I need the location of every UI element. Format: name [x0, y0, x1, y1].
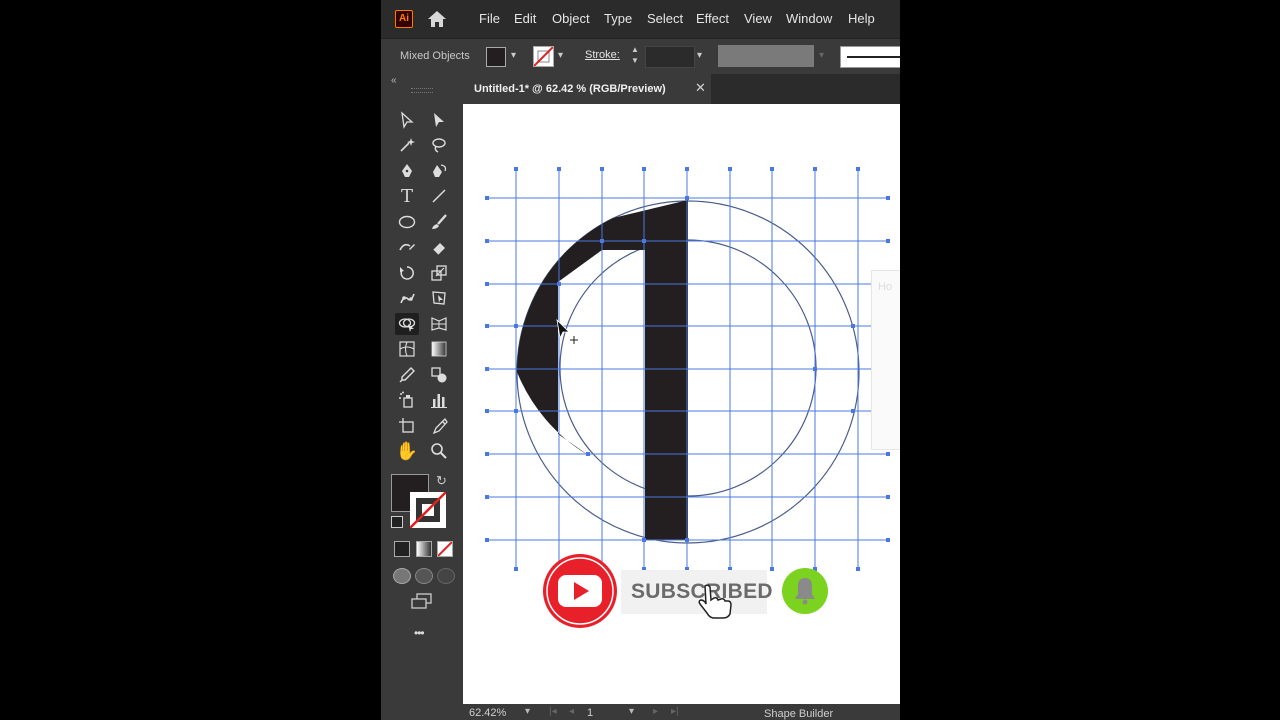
document-tab[interactable]: Untitled-1* @ 62.42 % (RGB/Preview) ✕: [463, 74, 711, 104]
selection-tool-icon[interactable]: [395, 109, 419, 131]
variable-width-field[interactable]: [718, 45, 814, 67]
artboard-number[interactable]: 1: [587, 707, 593, 719]
draw-behind-icon[interactable]: [415, 568, 433, 584]
zoom-tool-icon[interactable]: [427, 440, 451, 462]
menu-file[interactable]: File: [479, 11, 500, 26]
slice-tool-icon[interactable]: [427, 415, 451, 437]
pointer-hand-icon: [698, 584, 732, 619]
first-artboard-icon[interactable]: |◂: [549, 706, 557, 717]
rotate-tool-icon[interactable]: [395, 262, 419, 284]
menu-help[interactable]: Help: [848, 11, 875, 26]
type-tool-icon[interactable]: T: [395, 185, 419, 207]
last-artboard-icon[interactable]: ▸|: [671, 706, 679, 717]
menu-window[interactable]: Window: [786, 11, 832, 26]
swap-colors-icon[interactable]: ↻: [436, 473, 447, 489]
pen-tool-icon[interactable]: [395, 160, 419, 182]
document-tab-title: Untitled-1* @ 62.42 % (RGB/Preview): [474, 83, 666, 95]
menu-effect[interactable]: Effect: [696, 11, 729, 26]
mesh-tool-icon[interactable]: [395, 338, 419, 360]
illustrator-logo: Ai: [395, 10, 413, 28]
puppet-warp-tool-icon[interactable]: [395, 287, 419, 309]
more-tools-icon[interactable]: •••: [414, 626, 425, 640]
collapse-panel-icon[interactable]: «: [391, 75, 397, 86]
menu-view[interactable]: View: [744, 11, 772, 26]
scale-tool-icon[interactable]: [427, 262, 451, 284]
menu-object[interactable]: Object: [552, 11, 590, 26]
color-mode-icon[interactable]: [394, 541, 410, 557]
draw-normal-icon[interactable]: [393, 568, 411, 584]
fill-swatch[interactable]: [486, 47, 506, 67]
hand-tool-icon[interactable]: ✋: [395, 440, 419, 462]
zoom-dropdown-chevron-icon[interactable]: ▾: [525, 706, 530, 717]
artboard-dropdown-chevron-icon[interactable]: ▾: [629, 706, 634, 717]
selection-type-label: Mixed Objects: [400, 50, 470, 62]
artwork[interactable]: [463, 104, 900, 704]
notification-bell-icon: [782, 568, 828, 614]
current-tool-label: Shape Builder: [764, 708, 834, 720]
none-mode-icon[interactable]: [437, 541, 453, 557]
paintbrush-tool-icon[interactable]: [427, 211, 451, 233]
gradient-tool-icon[interactable]: [427, 338, 451, 360]
stroke-label[interactable]: Stroke:: [585, 49, 620, 61]
close-tab-icon[interactable]: ✕: [695, 80, 706, 96]
gradient-mode-icon[interactable]: [416, 541, 432, 557]
default-colors-icon[interactable]: [391, 516, 403, 528]
stroke-swatch[interactable]: [533, 46, 554, 67]
previous-artboard-icon[interactable]: ◂: [569, 706, 574, 717]
perspective-grid-tool-icon[interactable]: [427, 313, 451, 335]
change-screen-mode-icon[interactable]: [411, 593, 432, 609]
status-bar: 62.42% ▾ |◂ ◂ 1 ▾ ▸ ▸| Shape Builder: [463, 704, 900, 720]
free-transform-tool-icon[interactable]: [427, 287, 451, 309]
line-segment-tool-icon[interactable]: [427, 185, 451, 207]
grid-lines: [487, 169, 888, 569]
stroke-dropdown-chevron-icon[interactable]: ▾: [558, 50, 563, 61]
curvature-tool-icon[interactable]: [427, 160, 451, 182]
eyedropper-tool-icon[interactable]: [395, 364, 419, 386]
home-icon[interactable]: [426, 9, 448, 29]
stroke-stepper-icon[interactable]: ▲ ▼: [629, 44, 641, 68]
menu-select[interactable]: Select: [647, 11, 683, 26]
lasso-tool-icon[interactable]: [427, 134, 451, 156]
shape-builder-tool-icon[interactable]: [395, 313, 419, 335]
shaper-tool-icon[interactable]: [395, 236, 419, 258]
document-tab-bar: Untitled-1* @ 62.42 % (RGB/Preview) ✕: [463, 74, 900, 104]
symbol-sprayer-tool-icon[interactable]: [395, 389, 419, 411]
stroke-weight-chevron-icon[interactable]: ▾: [697, 50, 702, 61]
hover-tooltip-text: Ho: [878, 281, 893, 293]
column-graph-tool-icon[interactable]: [427, 389, 451, 411]
tools-panel: « T ✋ ↻ •••: [381, 74, 464, 720]
control-bar: Mixed Objects ▾ ▾ Stroke: ▲ ▼ ▾ ▾: [381, 38, 900, 75]
stroke-color-box[interactable]: [410, 492, 446, 528]
zoom-level[interactable]: 62.42%: [469, 707, 506, 719]
ellipse-tool-icon[interactable]: [395, 211, 419, 233]
artboard-tool-icon[interactable]: [395, 415, 419, 437]
panel-grip[interactable]: [411, 88, 433, 93]
menu-type[interactable]: Type: [604, 11, 632, 26]
magic-wand-tool-icon[interactable]: [395, 134, 419, 156]
youtube-logo-icon: [543, 554, 617, 628]
hover-tooltip-panel: Ho: [871, 270, 900, 450]
direct-selection-tool-icon[interactable]: [427, 109, 451, 131]
illustrator-window: Ai File Edit Object Type Select Effect V…: [381, 0, 900, 720]
menu-edit[interactable]: Edit: [514, 11, 536, 26]
stroke-weight-field[interactable]: [645, 46, 695, 68]
next-artboard-icon[interactable]: ▸: [653, 706, 658, 717]
eraser-tool-icon[interactable]: [427, 236, 451, 258]
artboard-canvas[interactable]: Ho SUBSCRIBED: [463, 104, 900, 704]
brush-definition-field[interactable]: [840, 46, 900, 68]
fill-dropdown-chevron-icon[interactable]: ▾: [511, 50, 516, 61]
blend-tool-icon[interactable]: [427, 364, 451, 386]
draw-inside-icon[interactable]: [437, 568, 455, 584]
variable-width-chevron-icon[interactable]: ▾: [819, 50, 824, 61]
menu-bar: Ai File Edit Object Type Select Effect V…: [381, 0, 900, 38]
